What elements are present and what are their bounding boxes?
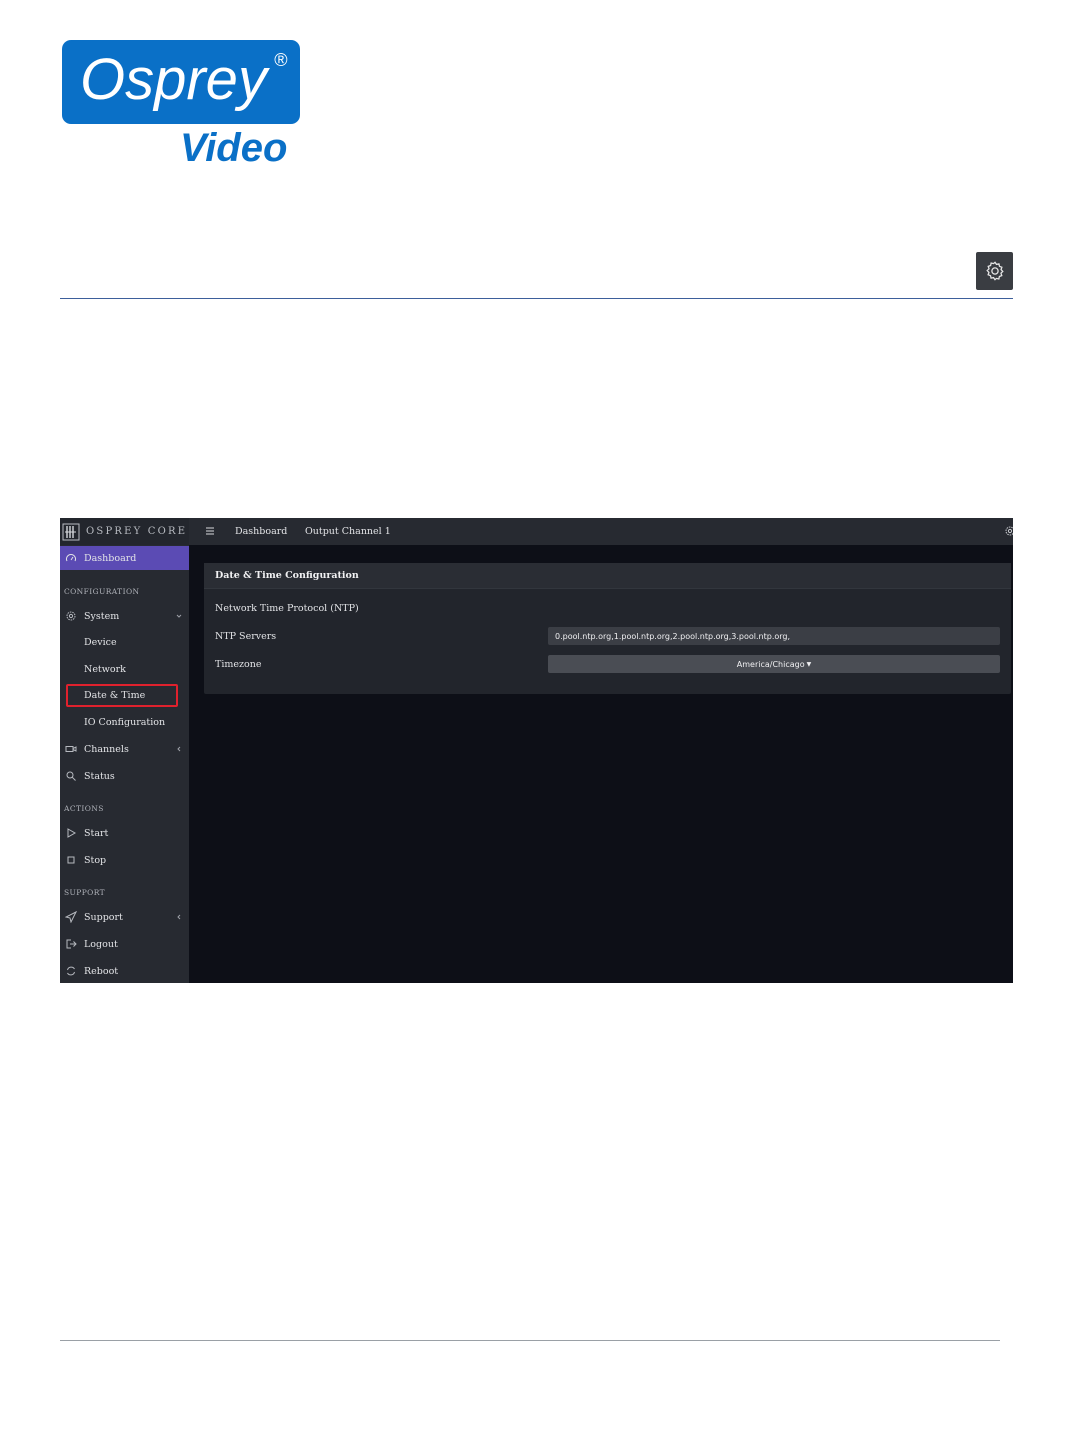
sidebar-item-status[interactable]: Status bbox=[60, 764, 189, 788]
sidebar-item-label: Date & Time bbox=[84, 690, 146, 701]
chevron-down-icon bbox=[176, 614, 182, 618]
timezone-label: Timezone bbox=[215, 659, 262, 670]
sidebar-item-label: Status bbox=[84, 770, 115, 782]
sidebar-item-label: Start bbox=[84, 827, 109, 839]
stop-icon bbox=[67, 856, 75, 864]
chevron-left-icon bbox=[177, 914, 181, 920]
sidebar-item-label: Device bbox=[84, 637, 117, 648]
panel-header: Date & Time Configuration bbox=[204, 563, 1011, 589]
sidebar-item-label: Support bbox=[84, 911, 123, 923]
date-time-config-panel: Date & Time Configuration Network Time P… bbox=[204, 563, 1011, 694]
sidebar-item-label: Dashboard bbox=[84, 552, 137, 564]
gear-icon[interactable] bbox=[1004, 525, 1013, 537]
sidebar-item-channels[interactable]: Channels bbox=[60, 737, 189, 761]
logo-video-text: Video bbox=[180, 126, 288, 170]
sidebar-item-label: System bbox=[84, 610, 120, 622]
sidebar-item-label: IO Configuration bbox=[84, 717, 166, 728]
sidebar-item-system[interactable]: System bbox=[60, 604, 189, 628]
tab-output-channel-1[interactable]: Output Channel 1 bbox=[305, 526, 391, 537]
logo-osprey-text: Osprey bbox=[80, 47, 267, 112]
sidebar-item-label: Network bbox=[84, 664, 126, 675]
ntp-heading: Network Time Protocol (NTP) bbox=[215, 603, 359, 614]
section-actions: ACTIONS bbox=[64, 804, 104, 813]
ntp-servers-input[interactable] bbox=[548, 627, 1000, 645]
osprey-video-logo: Osprey ® Video bbox=[62, 40, 302, 170]
chevron-left-icon bbox=[177, 746, 181, 752]
logo-registered-mark: ® bbox=[274, 50, 288, 70]
brand-name: OSPREY CORE bbox=[86, 526, 188, 537]
ntp-servers-label: NTP Servers bbox=[215, 631, 277, 642]
sidebar-item-logout[interactable]: Logout bbox=[60, 932, 189, 956]
sidebar-item-device[interactable]: Device bbox=[60, 632, 189, 654]
sidebar-item-reboot[interactable]: Reboot bbox=[60, 959, 189, 983]
timezone-select[interactable]: America/Chicago ▼ bbox=[548, 655, 1000, 673]
speedometer-icon bbox=[66, 554, 76, 562]
gear-icon bbox=[985, 261, 1004, 281]
osprey-core-logo-icon bbox=[62, 523, 80, 540]
sidebar-item-dashboard[interactable]: Dashboard bbox=[60, 546, 189, 570]
sidebar-brand[interactable]: OSPREY CORE bbox=[60, 518, 189, 545]
sidebar-item-start[interactable]: Start bbox=[60, 821, 189, 845]
sidebar-item-label: Channels bbox=[84, 743, 129, 755]
header-divider bbox=[60, 298, 1013, 299]
tab-dashboard[interactable]: Dashboard bbox=[235, 526, 287, 537]
osprey-core-app: OSPREY CORE Dashboard CONFIGURATION Syst… bbox=[60, 518, 1013, 983]
footer-divider bbox=[60, 1340, 1000, 1341]
play-icon bbox=[67, 828, 77, 838]
sidebar-item-label: Logout bbox=[84, 938, 118, 950]
search-icon bbox=[66, 771, 76, 781]
panel-title: Date & Time Configuration bbox=[215, 570, 359, 581]
app-topbar: Dashboard Output Channel 1 bbox=[189, 518, 1013, 545]
logo-badge: Osprey ® bbox=[62, 40, 300, 124]
sidebar: OSPREY CORE Dashboard CONFIGURATION Syst… bbox=[60, 518, 189, 983]
sidebar-item-label: Reboot bbox=[84, 965, 119, 977]
refresh-icon bbox=[67, 966, 75, 976]
section-configuration: CONFIGURATION bbox=[64, 587, 140, 596]
sidebar-item-date-time[interactable]: Date & Time bbox=[60, 685, 189, 707]
document-settings-button[interactable] bbox=[976, 252, 1013, 290]
sidebar-item-network[interactable]: Network bbox=[60, 659, 189, 681]
section-support: SUPPORT bbox=[64, 888, 106, 897]
sidebar-item-stop[interactable]: Stop bbox=[60, 848, 189, 872]
video-camera-icon bbox=[65, 746, 77, 752]
send-icon bbox=[65, 911, 77, 923]
timezone-value: America/Chicago bbox=[736, 659, 805, 669]
gear-icon bbox=[66, 611, 76, 621]
sidebar-item-label: Stop bbox=[84, 854, 107, 866]
logout-icon bbox=[66, 939, 77, 949]
hamburger-icon[interactable] bbox=[205, 526, 215, 536]
sidebar-item-support[interactable]: Support bbox=[60, 905, 189, 929]
caret-down-icon: ▼ bbox=[806, 660, 812, 668]
sidebar-item-io-configuration[interactable]: IO Configuration bbox=[60, 712, 189, 734]
